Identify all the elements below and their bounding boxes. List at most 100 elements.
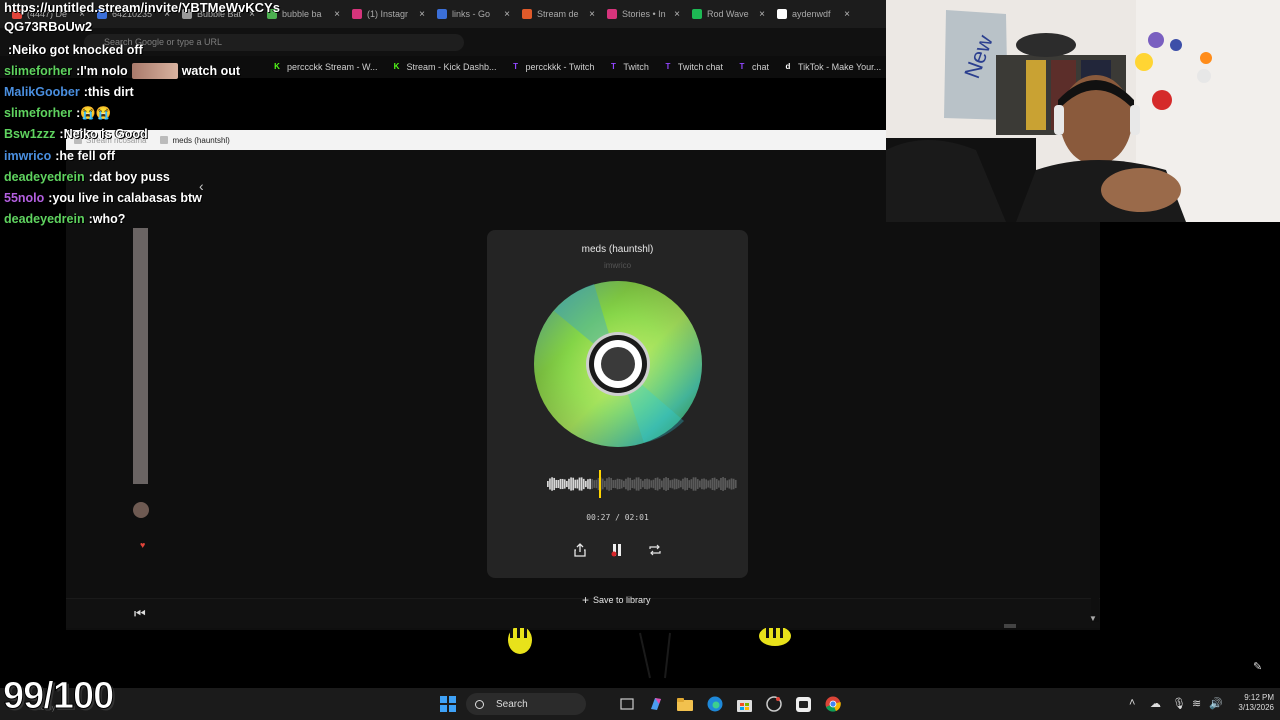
bookmark-item[interactable]: Tchat: [737, 62, 769, 72]
waveform-bar: [667, 478, 670, 490]
task-view-icon[interactable]: [618, 695, 636, 713]
bookmark-item[interactable]: d TikTok - Make Your...: [783, 62, 882, 72]
close-tab-icon[interactable]: ×: [759, 9, 765, 20]
terminal-app-icon[interactable]: [794, 695, 812, 713]
browser-tab[interactable]: Rod Wave ×: [686, 3, 771, 25]
browser-tab[interactable]: (1) Instagr ×: [346, 3, 431, 25]
file-explorer-icon[interactable]: [676, 695, 694, 713]
search-icon: [475, 699, 484, 709]
heart-icon[interactable]: ♥: [140, 540, 145, 550]
horizontal-scroll-thumb[interactable]: [1004, 624, 1016, 628]
bookmark-label: Twitch: [623, 62, 649, 72]
chat-message: Bsw1zzz: Neiko is Good: [4, 124, 240, 145]
browser-tab[interactable]: Stream de ×: [516, 3, 601, 25]
clock-time: 9:12 PM: [1244, 693, 1274, 702]
close-tab-icon[interactable]: ×: [419, 9, 425, 20]
waveform-bar: [620, 479, 623, 489]
chat-message: 55nolo: you live in calabasas btw: [4, 187, 240, 208]
microphone-icon[interactable]: 🎙: [1172, 697, 1186, 710]
app-icon[interactable]: [765, 695, 783, 713]
waveform-bar: [553, 477, 556, 491]
taskbar-clock[interactable]: 9:12 PM 3/13/2026: [1224, 693, 1274, 713]
waveform-scrubber[interactable]: [547, 470, 737, 498]
bookmark-favicon-icon: T: [610, 62, 616, 71]
playhead[interactable]: [599, 470, 601, 498]
browser-tab[interactable]: Stories • In ×: [601, 3, 686, 25]
waveform-bar: [707, 480, 710, 488]
chat-username[interactable]: slimeforher: [4, 64, 72, 78]
bookmark-item[interactable]: T Twitch chat: [663, 62, 722, 72]
waveform-bar: [614, 479, 617, 489]
volume-icon[interactable]: 🔊: [1209, 697, 1223, 710]
waveform-bar: [601, 478, 604, 490]
close-tab-icon[interactable]: ×: [334, 9, 340, 20]
bookmark-favicon-icon: K: [274, 62, 280, 71]
browser-tab-label: links - Go: [452, 9, 491, 19]
waveform-bar: [557, 480, 560, 488]
tab-favicon-icon: [692, 9, 702, 19]
chat-username[interactable]: deadeyedrein: [4, 170, 85, 184]
bookmark-item[interactable]: T Twitch: [608, 62, 649, 72]
player-card: meds (hauntshl) imwrico 00:27 / 02:01: [487, 230, 748, 578]
close-tab-icon[interactable]: ×: [844, 9, 850, 20]
chat-username[interactable]: slimeforher: [4, 106, 72, 120]
start-menu-icon[interactable]: [439, 695, 457, 713]
waveform-bar: [663, 478, 665, 490]
waveform-bar: [547, 481, 549, 487]
store-icon[interactable]: [735, 695, 753, 713]
invite-code-overlay: QG73RBoUw2: [4, 19, 93, 34]
waveform-bar: [563, 479, 566, 489]
browser-tab[interactable]: links - Go ×: [431, 3, 516, 25]
copilot-icon[interactable]: [647, 695, 665, 713]
pause-icon[interactable]: [609, 542, 625, 558]
chat-username[interactable]: MalikGoober: [4, 85, 80, 99]
share-icon[interactable]: [572, 542, 588, 558]
chat-username[interactable]: imwrico: [4, 149, 51, 163]
chat-message: deadeyedrein: dat boy puss: [4, 166, 240, 187]
scroll-down-arrow-icon[interactable]: ▼: [1089, 614, 1097, 623]
close-tab-icon[interactable]: ×: [674, 9, 680, 20]
chat-message: : Neiko got knocked off: [4, 39, 240, 60]
browser-tab-label: Stories • In: [622, 9, 666, 19]
chat-text: Neiko got knocked off: [12, 42, 143, 57]
search-label: Search: [496, 698, 528, 710]
waveform-bar: [724, 478, 727, 490]
previous-track-icon[interactable]: ⏮: [134, 606, 146, 622]
waveform-bar: [665, 477, 667, 491]
tray-app-icon[interactable]: ☁: [1150, 697, 1161, 710]
waveform-bar: [551, 477, 553, 491]
wifi-icon[interactable]: ≋: [1192, 697, 1201, 710]
bookmark-item[interactable]: Kperccckk Stream - W...: [272, 62, 377, 72]
webcam-feed: New: [886, 0, 1280, 222]
tray-overflow-chevron-icon[interactable]: ˄: [1129, 697, 1135, 709]
plus-icon: +: [582, 593, 590, 607]
waveform-bar: [652, 479, 655, 489]
browser-tab[interactable]: aydenwdf ×: [771, 3, 856, 25]
chrome-icon[interactable]: [824, 695, 842, 713]
track-artist[interactable]: imwrico: [487, 261, 748, 270]
scrollbar[interactable]: [1091, 230, 1099, 622]
waveform-bar: [726, 480, 729, 488]
close-tab-icon[interactable]: ×: [589, 9, 595, 20]
waveform-bar: [703, 478, 705, 490]
waveform-bar: [682, 478, 684, 490]
chat-username[interactable]: 55nolo: [4, 191, 44, 205]
bookmark-item[interactable]: K Stream - Kick Dashb...: [392, 62, 497, 72]
waveform-bar: [616, 478, 619, 490]
avatar[interactable]: [133, 502, 149, 518]
save-to-library-button[interactable]: + Save to library: [582, 593, 656, 607]
waveform-bar: [582, 478, 585, 490]
edge-icon[interactable]: [706, 695, 724, 713]
waveform-bar: [637, 477, 640, 491]
waveform-bar: [730, 478, 733, 490]
chat-username[interactable]: deadeyedrein: [4, 212, 85, 226]
bookmark-item[interactable]: Tpercckkk - Twitch: [511, 62, 594, 72]
bookmark-favicon-icon: T: [665, 62, 671, 71]
repeat-icon[interactable]: [647, 542, 663, 558]
waveform-bar: [555, 479, 558, 489]
chat-username[interactable]: Bsw1zzz: [4, 127, 55, 141]
close-tab-icon[interactable]: ×: [504, 9, 510, 20]
waveform-bar: [595, 479, 598, 489]
taskbar-search[interactable]: Search: [466, 693, 586, 715]
pen-icon[interactable]: ✎: [1253, 660, 1262, 673]
